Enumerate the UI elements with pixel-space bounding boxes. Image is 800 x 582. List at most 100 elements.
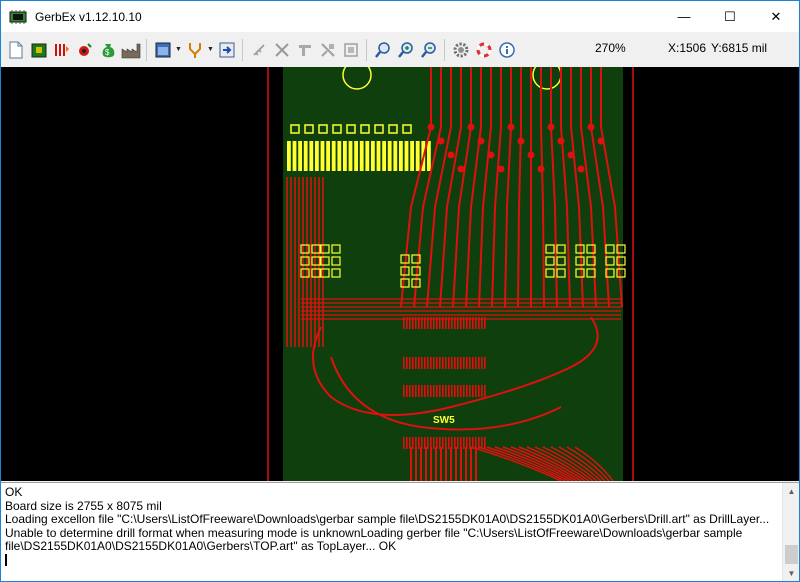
ic-pin [415,385,417,397]
ic-pin [403,385,405,397]
drill-icon [78,42,92,56]
via [517,137,525,145]
help-button[interactable] [472,38,495,61]
connector-pad [354,141,358,171]
ic-pin [481,385,483,397]
connector-pad [337,141,342,171]
layer-view-button[interactable] [151,38,174,61]
ic-pin [433,437,435,449]
title-bar[interactable]: GerbEx v1.12.10.10 — ☐ ✕ [1,1,799,32]
ic-pin [445,385,447,397]
connector-pad [410,141,414,171]
ic-pin [427,437,429,449]
ic-pin [481,317,483,329]
ic-pin [475,357,477,369]
ic-pin [442,317,444,329]
ic-pin [463,437,465,449]
fit-board-button[interactable] [339,38,362,61]
ic-pin [442,385,444,397]
cost-button[interactable]: $ [96,38,119,61]
ic-pin [448,317,450,329]
settings-button[interactable] [449,38,472,61]
scroll-down-icon[interactable]: ▼ [783,565,799,581]
ic-pin [433,357,435,369]
via [567,151,575,159]
scroll-up-icon[interactable]: ▲ [783,483,799,500]
ruler-button[interactable] [247,38,270,61]
ic-pin [418,385,420,397]
close-button[interactable]: ✕ [753,1,799,32]
export-button[interactable] [215,38,238,61]
via [527,151,535,159]
manufacture-button[interactable] [119,38,142,61]
ic-pin [406,317,408,329]
toolbar-separator [444,38,445,61]
open-project-button[interactable] [27,38,50,61]
ic-pin [424,317,426,329]
via [437,137,445,145]
zoom-out-icon [420,41,436,58]
log-text[interactable]: OK Board size is 2755 x 8075 mil Loading… [5,485,777,568]
open-project-icon [31,43,46,57]
pcb-canvas[interactable]: SW5 [1,67,799,481]
maximize-icon: ☐ [724,8,736,24]
load-layers-button[interactable] [50,38,73,61]
ic-pin [433,385,435,397]
zoom-out-button[interactable] [417,38,440,61]
ic-pin [427,317,429,329]
ic-pin [457,437,459,449]
maximize-button[interactable]: ☐ [707,1,753,32]
window-title: GerbEx v1.12.10.10 [35,9,142,24]
zoom-icon [374,41,390,58]
connector-pad [331,141,336,171]
ic-pin [457,357,459,369]
log-line: Board size is 2755 x 8075 mil [5,498,162,513]
zoom-in-button[interactable] [394,38,417,61]
connector-pad [376,141,381,171]
layer-view-dropdown[interactable]: ▼ [174,38,183,61]
about-button[interactable] [495,38,518,61]
minimize-button[interactable]: — [661,1,707,32]
close-icon: ✕ [770,8,782,24]
new-button[interactable] [4,38,27,61]
ic-pin [460,385,462,397]
ic-pin [442,357,444,369]
text-caret [5,553,7,566]
ic-pin [475,317,477,329]
ic-pin [439,357,441,369]
ic-pin [424,357,426,369]
connector-pad [393,141,398,171]
ic-pin [448,357,450,369]
ic-pin [406,385,408,397]
ic-pin [445,317,447,329]
flip-button[interactable] [293,38,316,61]
ic-pin [442,437,444,449]
ic-pin [418,437,420,449]
ic-pin [475,385,477,397]
connector-pad [303,141,308,171]
ic-pin [472,357,474,369]
cut-button[interactable] [270,38,293,61]
log-panel[interactable]: OK Board size is 2755 x 8075 mil Loading… [1,482,799,581]
ic-pin [430,385,432,397]
probe-dropdown[interactable]: ▼ [206,38,215,61]
ic-pin [484,317,486,329]
connector-pad [404,141,409,171]
mirror-button[interactable] [316,38,339,61]
probe-button[interactable] [183,38,206,61]
log-scrollbar[interactable]: ▲ ▼ [782,483,799,581]
export-icon [219,42,234,57]
ic-pin [445,357,447,369]
ic-pin [454,357,456,369]
drill-button[interactable] [73,38,96,61]
info-icon [498,41,515,58]
ic-pin [466,357,468,369]
ic-pin [469,385,471,397]
ruler-icon [252,43,265,56]
flip-icon [298,44,311,56]
ic-pin [415,317,417,329]
scroll-thumb[interactable] [785,545,798,564]
ic-pin [436,357,438,369]
ic-pin [478,385,480,397]
zoom-button[interactable] [371,38,394,61]
